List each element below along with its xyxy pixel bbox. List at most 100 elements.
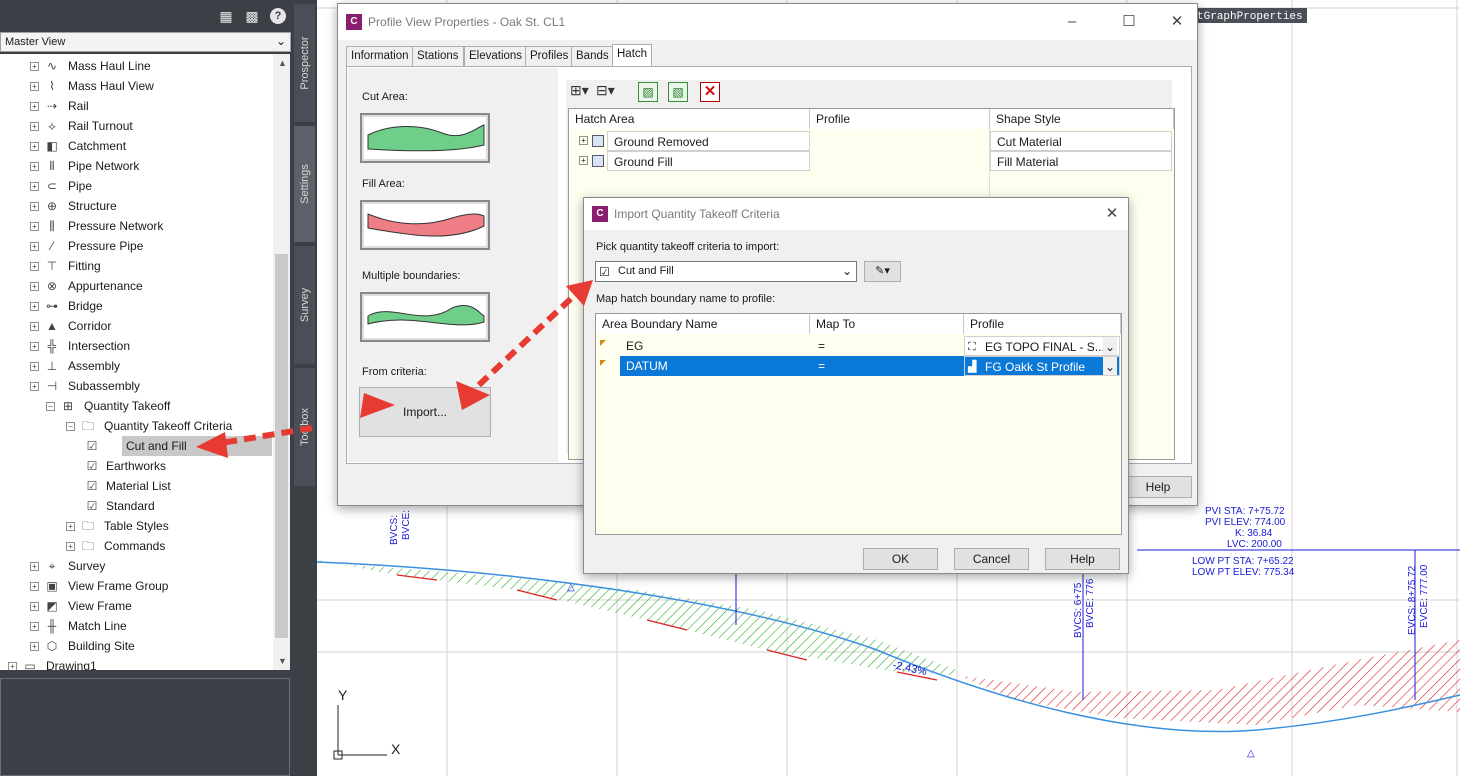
delete-icon[interactable]: ✕	[700, 82, 720, 102]
expand-icon[interactable]: +	[66, 542, 75, 551]
expand-icon[interactable]: +	[30, 122, 39, 131]
tab-survey[interactable]: Survey	[294, 246, 315, 364]
tree-item-pipe-network[interactable]: + ⫴ Pipe Network	[0, 156, 273, 176]
tree-scroll-thumb[interactable]	[275, 254, 288, 638]
expand-icon[interactable]: +	[30, 202, 39, 211]
profile-select-datum[interactable]: ▟ FG Oakk St Profile ⌄	[964, 356, 1120, 376]
expand-icon[interactable]: +	[30, 582, 39, 591]
expand-icon[interactable]: +	[30, 282, 39, 291]
expand-icon[interactable]: +	[8, 662, 17, 670]
tab-information[interactable]: Information	[346, 46, 414, 66]
tree-item-subassembly[interactable]: + ⊣ Subassembly	[0, 376, 273, 396]
view-selector[interactable]: Master View ⌄	[0, 32, 291, 52]
expand-icon[interactable]: +	[30, 622, 39, 631]
expand-icon[interactable]: +	[30, 142, 39, 151]
tree-item-view-frame[interactable]: + ◩ View Frame	[0, 596, 273, 616]
tree-item-structure[interactable]: + ⊕ Structure	[0, 196, 273, 216]
tree-item-material-list[interactable]: ☑ Material List	[0, 476, 273, 496]
tree-item-rail-turnout[interactable]: + ⟡ Rail Turnout	[0, 116, 273, 136]
expand-icon[interactable]: +	[30, 342, 39, 351]
expand-icon[interactable]: +	[30, 82, 39, 91]
expand-icon[interactable]: +	[30, 222, 39, 231]
cancel-button[interactable]: Cancel	[954, 548, 1029, 570]
grid-view-icon[interactable]: ▦	[218, 8, 234, 24]
tab-toolbox[interactable]: Toolbox	[294, 368, 315, 486]
add-cut-hatch-icon[interactable]: ▨	[638, 82, 658, 102]
tree-item-catchment[interactable]: + ◧ Catchment	[0, 136, 273, 156]
expand-icon[interactable]: +	[30, 642, 39, 651]
expand-icon[interactable]: +	[30, 322, 39, 331]
expand-icon[interactable]: +	[30, 102, 39, 111]
expand-icon[interactable]: +	[30, 242, 39, 251]
tree-item-intersection[interactable]: + ╬ Intersection	[0, 336, 273, 356]
tree-item-match-line[interactable]: + ╫ Match Line	[0, 616, 273, 636]
expand-icon[interactable]: +	[30, 302, 39, 311]
tree-item-standard[interactable]: ☑ Standard	[0, 496, 273, 516]
tree-item-pressure-network[interactable]: + ⫼ Pressure Network	[0, 216, 273, 236]
profile-select-eg[interactable]: ⛶ EG TOPO FINAL - S... ⌄	[964, 336, 1120, 356]
chevron-down-icon[interactable]: ⌄	[1103, 337, 1117, 355]
tab-stations[interactable]: Stations	[412, 46, 464, 66]
tab-prospector[interactable]: Prospector	[294, 4, 315, 122]
fill-area-preset-button[interactable]	[360, 200, 490, 250]
tree-item-appurtenance[interactable]: + ⊗ Appurtenance	[0, 276, 273, 296]
expand-all-icon[interactable]: ⊞▾	[570, 82, 589, 99]
hatch-row-ground-removed[interactable]: Ground Removed	[607, 131, 810, 151]
collapse-icon[interactable]: −	[66, 422, 75, 431]
shape-style-fill-material[interactable]: Fill Material	[990, 151, 1172, 171]
cut-area-preset-button[interactable]	[360, 113, 490, 163]
tree-item-rail[interactable]: + ⇢ Rail	[0, 96, 273, 116]
tree-item-mass-haul-line[interactable]: + ∿ Mass Haul Line	[0, 56, 273, 76]
close-icon[interactable]: ✕	[1102, 204, 1122, 224]
expand-icon[interactable]: +	[30, 562, 39, 571]
expand-icon[interactable]: +	[30, 162, 39, 171]
expand-icon[interactable]: +	[30, 382, 39, 391]
hatch-row-ground-fill[interactable]: Ground Fill	[607, 151, 810, 171]
add-fill-hatch-icon[interactable]: ▧	[668, 82, 688, 102]
expand-icon[interactable]: +	[30, 362, 39, 371]
settings-grid-icon[interactable]: ▩	[244, 8, 260, 24]
tree-item-fitting[interactable]: + ⊤ Fitting	[0, 256, 273, 276]
scroll-down-icon[interactable]: ▼	[278, 656, 287, 666]
tree-item-mass-haul-view[interactable]: + ⌇ Mass Haul View	[0, 76, 273, 96]
tree-item-pipe[interactable]: + ⊂ Pipe	[0, 176, 273, 196]
tree-item-cut-and-fill[interactable]: ☑ Cut and Fill	[0, 436, 273, 456]
tab-bands[interactable]: Bands	[571, 46, 614, 66]
close-icon[interactable]: ✕	[1167, 12, 1187, 32]
tab-hatch[interactable]: Hatch	[612, 44, 653, 67]
chevron-down-icon[interactable]: ⌄	[1103, 357, 1117, 375]
tab-elevations[interactable]: Elevations	[464, 46, 528, 66]
collapse-icon[interactable]: −	[46, 402, 55, 411]
tree-item-drawing1[interactable]: + ▭ Drawing1	[0, 656, 273, 670]
expand-icon[interactable]: +	[30, 62, 39, 71]
help-button[interactable]: Help	[1045, 548, 1120, 570]
expand-icon[interactable]: +	[30, 262, 39, 271]
help-button[interactable]: Help	[1124, 476, 1192, 498]
boundary-row-datum[interactable]: DATUM	[620, 356, 810, 376]
tree-item-assembly[interactable]: + ⊥ Assembly	[0, 356, 273, 376]
import-button[interactable]: Import...	[359, 387, 491, 437]
boundary-row-eg[interactable]: EG	[620, 336, 810, 356]
tab-profiles[interactable]: Profiles	[525, 46, 574, 66]
tree-item-quantity-takeoff[interactable]: − ⊞ Quantity Takeoff	[0, 396, 273, 416]
expand-icon[interactable]: +	[30, 602, 39, 611]
multiple-boundaries-preset-button[interactable]	[360, 292, 490, 342]
scroll-up-icon[interactable]: ▲	[278, 58, 287, 68]
tree-item-corridor[interactable]: + ▲ Corridor	[0, 316, 273, 336]
tree-item-building-site[interactable]: + ⬡ Building Site	[0, 636, 273, 656]
tree-item-earthworks[interactable]: ☑ Earthworks	[0, 456, 273, 476]
tree-item-survey[interactable]: + ⌖ Survey	[0, 556, 273, 576]
chevron-down-icon[interactable]: ⌄	[276, 34, 286, 48]
tree-item-quantity-takeoff-criteria[interactable]: − 🗀 Quantity Takeoff Criteria	[0, 416, 273, 436]
expand-icon[interactable]: +	[579, 136, 588, 145]
shape-style-cut-material[interactable]: Cut Material	[990, 131, 1172, 151]
minimize-icon[interactable]: –	[1062, 12, 1082, 32]
tree-item-pressure-pipe[interactable]: + ⁄ Pressure Pipe	[0, 236, 273, 256]
tree-item-bridge[interactable]: + ⊶ Bridge	[0, 296, 273, 316]
ok-button[interactable]: OK	[863, 548, 938, 570]
tree-item-commands[interactable]: + 🗀 Commands	[0, 536, 273, 556]
expand-icon[interactable]: +	[30, 182, 39, 191]
help-icon[interactable]: ?	[270, 8, 286, 24]
expand-icon[interactable]: +	[579, 156, 588, 165]
tree-item-table-styles[interactable]: + 🗀 Table Styles	[0, 516, 273, 536]
